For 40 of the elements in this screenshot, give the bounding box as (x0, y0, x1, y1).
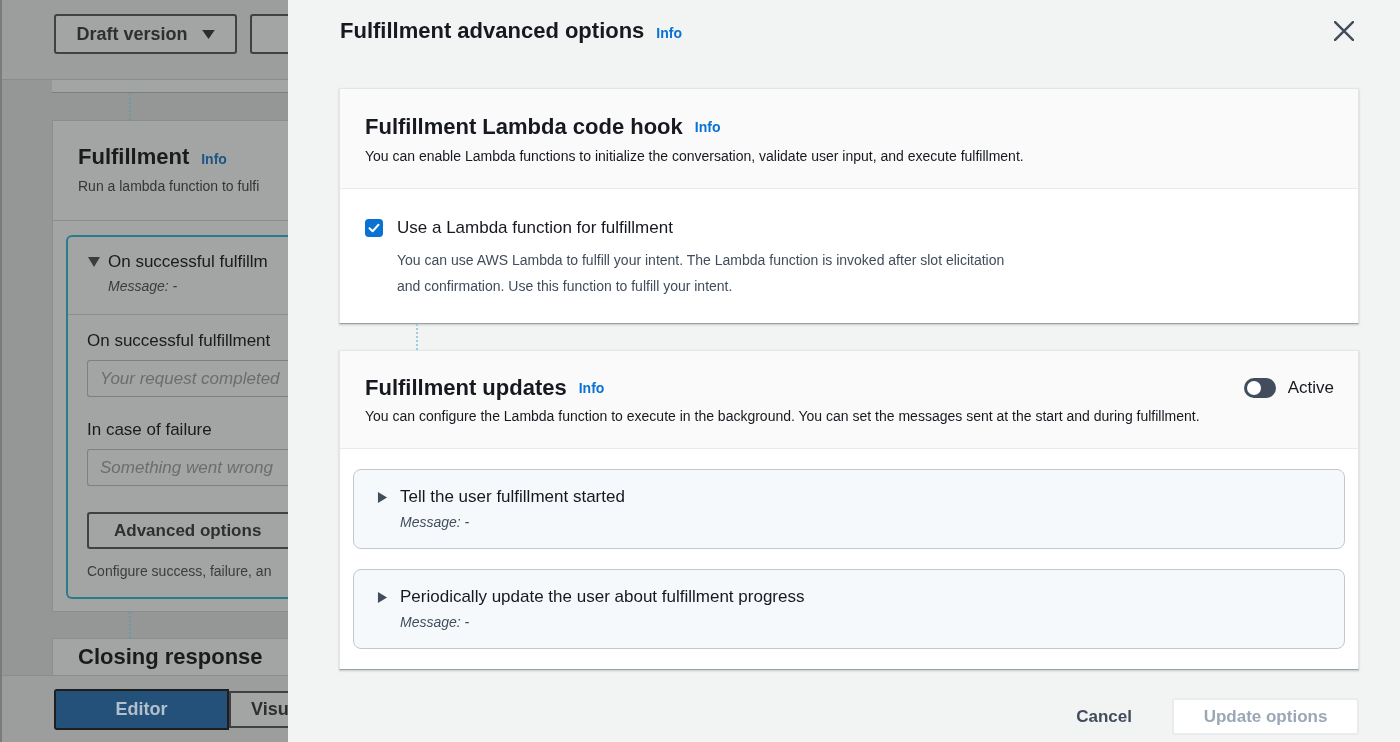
input-field[interactable]: Your request completed (87, 360, 288, 397)
info-link[interactable]: Info (694, 112, 721, 142)
caret-icon[interactable] (377, 492, 388, 503)
toolbar-button[interactable] (250, 14, 288, 54)
message-title: Tell the user fulfillment started (400, 486, 625, 508)
close-button[interactable] (1334, 21, 1354, 41)
toggle-label: Active (1287, 378, 1334, 398)
cancel-link[interactable]: Cancel (1076, 698, 1132, 735)
hint-text: Configure success, failure, an (87, 562, 272, 581)
option-description: You can use AWS Lambda to fulfill your intent. The Lambda function is invoked after slot elicitation and confirmation. Use this function to fulfill your intent. (397, 251, 1006, 296)
close-icon (1334, 21, 1354, 41)
card-description: Run a lambda function to fulfi (78, 177, 261, 196)
card-title: Closing response (78, 644, 263, 669)
card-description: You can enable Lambda functions to initialize the conversation, validate user input, and execute fulfillment. (365, 147, 1025, 166)
field-label: On successful fulfillment (87, 330, 271, 352)
card-description: You can configure the Lambda function to execute in the background. You can set the messages sent at the start and during fulfillment. (365, 407, 1201, 426)
mode-tab[interactable]: Editor (54, 688, 229, 730)
version-dropdown[interactable]: Draft version (54, 14, 237, 54)
caret-down-icon (201, 29, 215, 39)
message-text: Message: - (400, 613, 471, 632)
caret-icon[interactable] (377, 592, 388, 603)
panel-title: Fulfillment advanced options (340, 17, 645, 45)
info-link[interactable]: Info (656, 14, 682, 52)
toggle-switch[interactable] (1243, 378, 1276, 398)
card-title: Fulfillment (78, 143, 190, 171)
input-field[interactable]: Something went wrong (87, 449, 288, 486)
checkbox-label[interactable]: Use a Lambda function for fulfillment (397, 217, 673, 239)
caret-icon[interactable] (88, 256, 100, 268)
field-label: In case of failure (87, 419, 212, 441)
message-text: Message: - (400, 513, 471, 532)
mode-tab[interactable]: Visu (229, 690, 288, 728)
response-title: On successful fulfillm (108, 251, 268, 273)
advanced-options-button[interactable]: Advanced options (87, 512, 288, 549)
info-link[interactable]: Info (578, 373, 605, 403)
info-link[interactable]: Info (201, 151, 227, 167)
message-text: Message: - (108, 277, 179, 296)
message-title: Periodically update the user about fulfillment progress (400, 586, 805, 608)
card-title: Fulfillment Lambda code hook (365, 113, 683, 141)
card-title: Fulfillment updates (365, 374, 567, 402)
checkbox[interactable] (365, 219, 383, 237)
